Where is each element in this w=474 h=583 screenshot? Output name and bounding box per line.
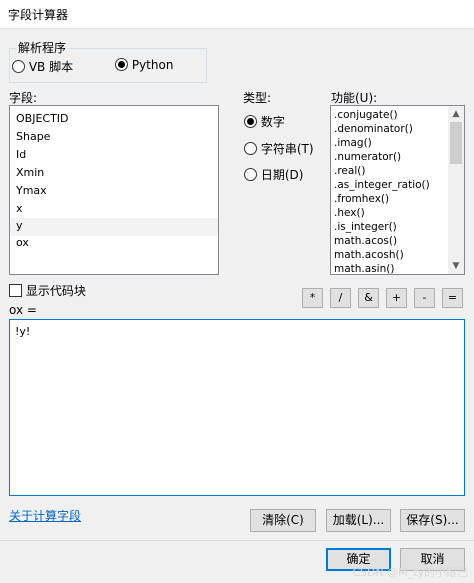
functions-list[interactable]: .conjugate() .denominator() .imag() .num… [330,105,465,275]
date-radio[interactable] [244,168,257,181]
fields-label: 字段: [9,91,38,105]
multiply-button[interactable]: * [302,288,323,308]
string-label: 字符串(T) [260,142,314,156]
list-item[interactable]: .imag() [334,137,372,149]
vb-label: VB 脚本 [28,60,74,74]
list-item[interactable]: math.acosh() [334,249,404,261]
scroll-down-icon[interactable]: ▼ [448,258,464,274]
list-item[interactable]: .denominator() [334,123,413,135]
plus-button[interactable]: + [386,288,407,308]
number-radio[interactable] [244,115,257,128]
type-label: 类型: [243,91,272,105]
codeblock-label: 显示代码块 [25,284,86,298]
list-item-selected-bg [10,218,218,236]
list-item[interactable]: .numerator() [334,151,401,163]
expression-label: ox = [9,303,37,317]
functions-scrollbar[interactable]: ▲ ▼ [448,106,464,274]
list-item[interactable]: OBJECTID [16,112,69,125]
parser-group-label: 解析程序 [16,39,69,56]
title-bar: 字段计算器 [0,0,474,29]
load-button[interactable]: 加载(L)... [326,509,391,532]
show-codeblock[interactable]: 显示代码块 [9,282,86,299]
fields-list[interactable]: OBJECTID Shape Id Xmin Ymax x y ox [9,105,219,275]
list-item[interactable]: Ymax [16,184,47,197]
vb-option[interactable]: VB 脚本 [12,58,73,75]
list-item[interactable]: x [16,202,23,215]
watermark: CSDN @M_ty的小跟巴 [352,566,468,579]
python-radio[interactable] [115,58,128,71]
list-item[interactable]: y [16,219,23,232]
scroll-up-icon[interactable]: ▲ [448,106,464,122]
date-label: 日期(D) [260,168,304,182]
vb-radio[interactable] [12,60,25,73]
scroll-thumb[interactable] [450,122,462,164]
expression-input[interactable]: !y! [9,319,465,496]
divide-button[interactable]: / [330,288,351,308]
about-calculate-field-link[interactable]: 关于计算字段 [9,507,81,524]
list-item[interactable]: .is_integer() [334,221,397,233]
number-label: 数字 [260,115,285,129]
clear-button[interactable]: 清除(C) [250,509,316,532]
type-date-option[interactable]: 日期(D) [244,166,303,183]
list-item[interactable]: .fromhex() [334,193,389,205]
list-item[interactable]: math.asin() [334,263,394,274]
ampersand-button[interactable]: & [358,288,379,308]
python-label: Python [131,58,174,72]
expression-value: !y! [15,325,31,338]
list-item[interactable]: .as_integer_ratio() [334,179,430,191]
save-button[interactable]: 保存(S)... [400,509,465,532]
list-item[interactable]: Shape [16,130,50,143]
type-string-option[interactable]: 字符串(T) [244,140,314,157]
equals-button[interactable]: = [442,288,463,308]
list-item[interactable]: math.acos() [334,235,397,247]
functions-label: 功能(U): [331,91,378,105]
separator [0,540,474,541]
minus-button[interactable]: - [414,288,435,308]
codeblock-checkbox[interactable] [9,284,22,297]
list-item[interactable]: Xmin [16,166,44,179]
type-number-option[interactable]: 数字 [244,113,285,130]
string-radio[interactable] [244,142,257,155]
list-item[interactable]: Id [16,148,26,161]
list-item[interactable]: .hex() [334,207,365,219]
list-item[interactable]: ox [16,236,29,249]
python-option[interactable]: Python [115,58,173,72]
list-item[interactable]: .conjugate() [334,109,398,121]
list-item[interactable]: .real() [334,165,365,177]
window-title: 字段计算器 [8,8,69,22]
